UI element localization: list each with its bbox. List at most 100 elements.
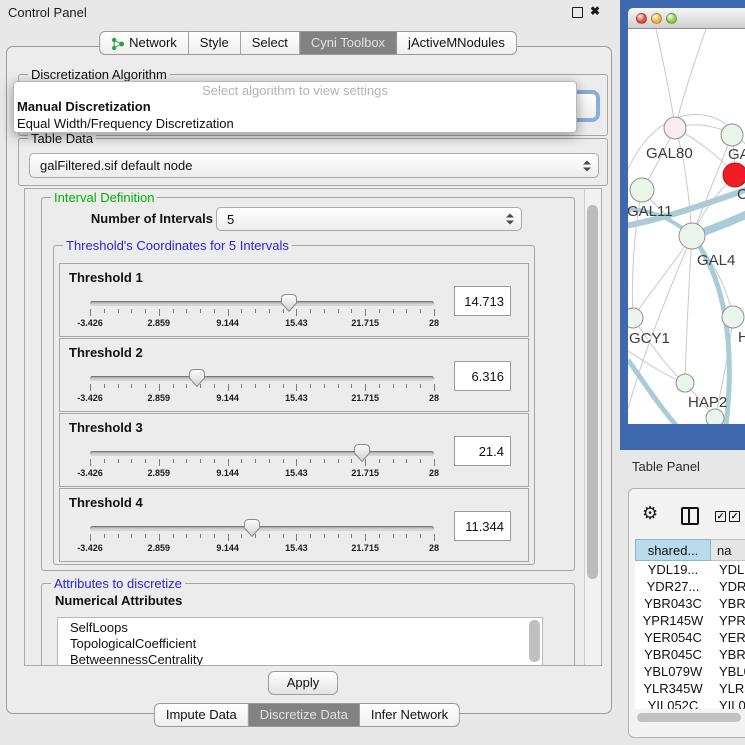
slider-tick bbox=[118, 534, 119, 538]
list-scrollbar-thumb[interactable] bbox=[529, 620, 540, 662]
top-tab-jactivemnodules[interactable]: jActiveMNodules bbox=[397, 31, 517, 55]
threshold-slider[interactable]: -3.4262.8599.14415.4321.71528 bbox=[90, 519, 434, 559]
gear-icon[interactable]: ⚙ bbox=[642, 504, 658, 522]
slider-tick bbox=[159, 459, 160, 466]
network-node[interactable] bbox=[723, 163, 745, 187]
zoom-traffic-light-icon[interactable] bbox=[666, 13, 677, 24]
threshold-value-field[interactable]: 14.713 bbox=[454, 286, 511, 316]
table-row[interactable]: YBR043CYBR0 bbox=[635, 595, 745, 612]
table-row[interactable]: YIL052CYIL0 bbox=[635, 697, 745, 709]
checkbox-icon[interactable]: ✓ bbox=[715, 511, 726, 522]
threshold-value-field[interactable]: 6.316 bbox=[454, 361, 511, 391]
network-edge-thick[interactable] bbox=[628, 360, 676, 424]
threshold-slider[interactable]: -3.4262.8599.14415.4321.71528 bbox=[90, 294, 434, 334]
slider-thumb[interactable] bbox=[281, 294, 297, 312]
split-view-icon[interactable] bbox=[681, 507, 699, 525]
close-traffic-light-icon[interactable] bbox=[636, 13, 647, 24]
network-node[interactable] bbox=[721, 124, 743, 146]
float-window-icon[interactable] bbox=[572, 7, 583, 18]
combo-stepper-icon bbox=[506, 214, 513, 225]
numerical-attributes-list[interactable]: SelfLoopsTopologicalCoefficientBetweenne… bbox=[57, 617, 543, 666]
table-cell: YBR043C bbox=[635, 595, 711, 612]
slider-track[interactable] bbox=[90, 451, 434, 456]
slider-tick bbox=[365, 384, 366, 391]
slider-tick bbox=[338, 384, 339, 388]
threshold-slider[interactable]: -3.4262.8599.14415.4321.71528 bbox=[90, 369, 434, 409]
algorithm-option-manual-discretization[interactable]: Manual Discretization bbox=[17, 99, 573, 114]
network-node[interactable] bbox=[722, 306, 744, 328]
top-tab-style[interactable]: Style bbox=[189, 31, 241, 55]
top-tab-select[interactable]: Select bbox=[241, 31, 300, 55]
combo-stepper-icon bbox=[583, 160, 590, 171]
network-node[interactable] bbox=[676, 374, 694, 392]
slider-thumb[interactable] bbox=[189, 369, 205, 387]
network-node[interactable] bbox=[628, 308, 643, 328]
network-node[interactable] bbox=[630, 178, 654, 202]
slider-tick bbox=[406, 309, 407, 313]
algorithm-option-equal-width-frequency-discretization[interactable]: Equal Width/Frequency Discretization bbox=[17, 116, 573, 131]
network-graph[interactable]: GAL80GACGAL11GAL4GCY1HHAP2 bbox=[628, 29, 745, 424]
bottom-tab-impute-data[interactable]: Impute Data bbox=[154, 703, 249, 727]
network-canvas[interactable]: GAL80GACGAL11GAL4GCY1HHAP2 bbox=[628, 29, 745, 424]
viewport-scrollbar-track[interactable] bbox=[584, 189, 601, 665]
attribute-item-selfloops[interactable]: SelfLoops bbox=[58, 620, 526, 636]
close-icon[interactable]: ✖ bbox=[590, 4, 600, 18]
minimize-traffic-light-icon[interactable] bbox=[651, 13, 662, 24]
network-edge[interactable] bbox=[628, 351, 685, 383]
apply-button[interactable]: Apply bbox=[268, 671, 338, 695]
threshold-value-field[interactable]: 21.4 bbox=[454, 436, 511, 466]
network-node[interactable] bbox=[679, 223, 705, 249]
slider-track[interactable] bbox=[90, 301, 434, 306]
table-row[interactable]: YLR345WYLR3 bbox=[635, 680, 745, 697]
slider-track[interactable] bbox=[90, 526, 434, 531]
top-tab-cyni-toolbox[interactable]: Cyni Toolbox bbox=[300, 31, 397, 55]
network-window-titlebar[interactable] bbox=[628, 8, 745, 29]
attribute-item-betweennesscentrality[interactable]: BetweennessCentrality bbox=[58, 652, 526, 666]
network-edge[interactable] bbox=[633, 236, 692, 318]
slider-track[interactable] bbox=[90, 376, 434, 381]
threshold-label: Threshold 3 bbox=[69, 420, 143, 435]
slider-tick bbox=[186, 309, 187, 313]
slider-thumb[interactable] bbox=[354, 444, 370, 462]
network-node[interactable] bbox=[664, 117, 686, 139]
horizontal-scrollbar-thumb[interactable] bbox=[637, 713, 741, 722]
algorithm-popup-placeholder: Select algorithm to view settings bbox=[14, 83, 576, 98]
slider-thumb[interactable] bbox=[244, 519, 260, 537]
table-row[interactable]: YDL19...YDL1 bbox=[635, 561, 745, 578]
slider-tick bbox=[255, 459, 256, 463]
network-node[interactable] bbox=[706, 409, 724, 424]
slider-tick bbox=[241, 534, 242, 538]
slider-tick bbox=[118, 309, 119, 313]
slider-tick bbox=[173, 534, 174, 538]
table-column-header-na[interactable]: na bbox=[711, 539, 745, 561]
threshold-slider[interactable]: -3.4262.8599.14415.4321.71528 bbox=[90, 444, 434, 484]
checkbox-icon[interactable]: ✓ bbox=[729, 511, 740, 522]
number-of-intervals-combobox[interactable]: 5 bbox=[216, 207, 522, 231]
viewport-scrollbar-thumb[interactable] bbox=[587, 205, 598, 579]
bottom-tab-infer-network[interactable]: Infer Network bbox=[360, 703, 460, 727]
slider-tick bbox=[420, 309, 421, 313]
bottom-tab-discretize-data[interactable]: Discretize Data bbox=[249, 703, 360, 727]
top-tab-network[interactable]: Network bbox=[99, 31, 189, 55]
table-data-combobox[interactable]: galFiltered.sif default node bbox=[29, 153, 599, 178]
table-row[interactable]: YDR27...YDR2 bbox=[635, 578, 745, 595]
table-row[interactable]: YER054CYER0 bbox=[635, 629, 745, 646]
table-cell: YDR27... bbox=[635, 578, 711, 595]
slider-tick bbox=[131, 534, 132, 538]
table-row[interactable]: YPR145WYPR1 bbox=[635, 612, 745, 629]
network-edge[interactable] bbox=[685, 236, 692, 383]
table-column-header-shared[interactable]: shared... bbox=[635, 539, 711, 561]
attribute-item-topologicalcoefficient[interactable]: TopologicalCoefficient bbox=[58, 636, 526, 652]
table-row[interactable]: YBL079WYBL0 bbox=[635, 663, 745, 680]
threshold-value-field[interactable]: 11.344 bbox=[454, 511, 511, 541]
table-row[interactable]: YBR045CYBR0 bbox=[635, 646, 745, 663]
top-tab-label: Cyni Toolbox bbox=[311, 35, 385, 51]
slider-tick bbox=[131, 384, 132, 388]
network-edge[interactable] bbox=[656, 29, 675, 128]
network-edge[interactable] bbox=[675, 29, 706, 128]
slider-tick bbox=[241, 384, 242, 388]
network-edge[interactable] bbox=[633, 318, 685, 383]
network-node-label: GAL11 bbox=[628, 203, 673, 220]
slider-tick bbox=[104, 384, 105, 388]
slider-tick bbox=[379, 534, 380, 538]
